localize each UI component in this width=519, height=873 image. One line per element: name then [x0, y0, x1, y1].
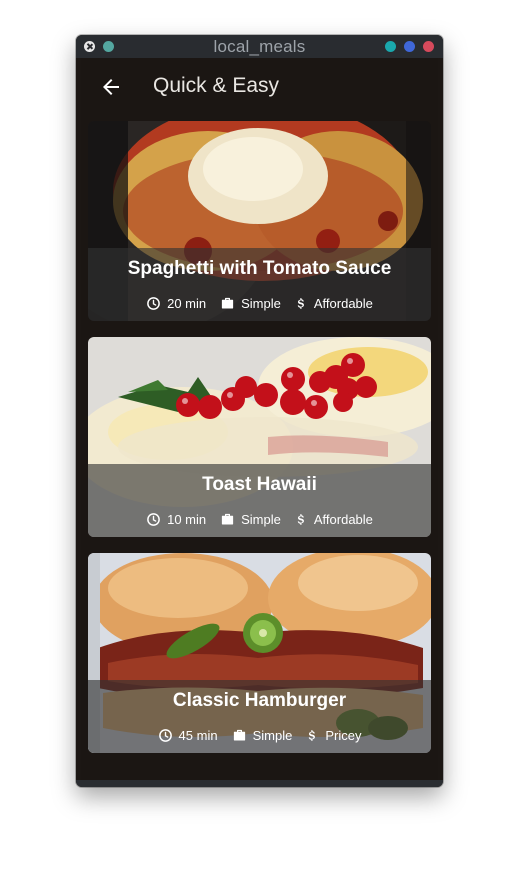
meal-meta: 10 min Simple Affordable	[88, 512, 431, 527]
window-menu-button[interactable]	[103, 41, 114, 52]
meal-affordability: Affordable	[295, 512, 373, 527]
window-minimize-button[interactable]	[385, 41, 396, 52]
meal-duration: 10 min	[146, 512, 206, 527]
meal-duration: 45 min	[158, 728, 218, 743]
app-window: local_meals Quick & Easy Spaghetti with …	[76, 35, 443, 787]
dollar-icon	[297, 514, 304, 525]
window-titlebar[interactable]: local_meals	[76, 35, 443, 58]
meal-duration: 20 min	[146, 296, 206, 311]
meal-complexity: Simple	[220, 512, 281, 527]
meal-affordability: Affordable	[295, 296, 373, 311]
meal-card[interactable]: Classic Hamburger 45 min Simple Pricey	[88, 553, 431, 753]
dollar-icon	[297, 298, 304, 309]
page-title: Quick & Easy	[153, 74, 280, 97]
clock-icon	[158, 729, 172, 742]
meal-complexity: Simple	[232, 728, 292, 743]
app-bar: Quick & Easy	[81, 58, 438, 116]
briefcase-icon	[222, 297, 234, 309]
meal-meta: 45 min Simple Pricey	[88, 728, 431, 743]
meal-card[interactable]: Spaghetti with Tomato Sauce 20 min Simpl…	[88, 121, 431, 321]
clock-icon	[147, 297, 160, 310]
window-bottom-edge	[76, 780, 443, 787]
meal-meta: 20 min Simple Affordable	[88, 296, 431, 311]
meal-list[interactable]: Spaghetti with Tomato Sauce 20 min Simpl…	[81, 116, 438, 787]
meal-complexity: Simple	[220, 296, 281, 311]
clock-icon	[147, 513, 160, 526]
arrow-left-icon	[103, 79, 119, 95]
window-maximize-button[interactable]	[404, 41, 415, 52]
meal-affordability: Pricey	[306, 728, 361, 743]
window-close-button[interactable]	[84, 41, 95, 52]
briefcase-icon	[233, 729, 245, 741]
meal-card[interactable]: Toast Hawaii 10 min Simple Affordable	[88, 337, 431, 537]
window-title: local_meals	[213, 36, 306, 56]
dollar-icon	[309, 730, 316, 741]
briefcase-icon	[222, 513, 234, 525]
meal-title: Toast Hawaii	[202, 474, 317, 495]
window-close-red-button[interactable]	[423, 41, 434, 52]
meal-title: Spaghetti with Tomato Sauce	[127, 258, 392, 279]
back-button[interactable]	[99, 75, 123, 99]
meal-title: Classic Hamburger	[172, 690, 347, 711]
